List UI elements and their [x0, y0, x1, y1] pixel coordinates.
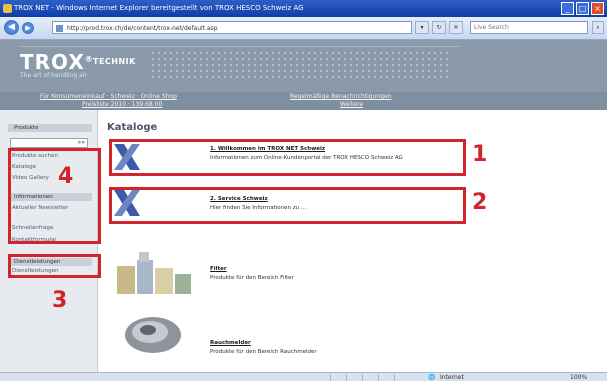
- status-zone: Internet: [440, 374, 464, 381]
- filter-product-image[interactable]: [115, 248, 195, 296]
- menu-link-pricelist[interactable]: Preisliste 2010 · 139.68.00: [82, 101, 162, 108]
- window-title: TROX NET - Windows Internet Explorer ber…: [14, 4, 304, 12]
- header-divider: [20, 46, 460, 47]
- status-divider: [346, 374, 347, 381]
- stop-icon[interactable]: ✕: [449, 21, 463, 34]
- ie-icon: [3, 4, 12, 13]
- window-controls: _ □ ×: [561, 2, 604, 15]
- logo-subtitle: TECHNIK: [93, 57, 136, 66]
- catalog-entry-title[interactable]: Filter: [210, 266, 227, 272]
- menu-link-more[interactable]: Weitere: [340, 101, 363, 108]
- catalog-entry-desc: Produkte für den Bereich Rauchmelder: [210, 349, 317, 355]
- close-icon[interactable]: ×: [591, 2, 604, 15]
- status-divider: [378, 374, 379, 381]
- annotation-number-2: 2: [472, 190, 488, 215]
- menu-link-shop[interactable]: Für Konsumeneinkauf · Schweiz · Online S…: [40, 93, 177, 100]
- page-title: Kataloge: [107, 122, 158, 133]
- smoke-detector-product-image[interactable]: [118, 310, 188, 360]
- header-pattern: [150, 50, 450, 80]
- internet-zone-icon: 🌐: [428, 374, 436, 381]
- annotation-number-3: 3: [52, 288, 68, 313]
- status-divider: [394, 374, 395, 381]
- site-header: TROX® TECHNIK The art of handling air: [0, 40, 607, 92]
- annotation-number-4: 4: [58, 164, 74, 189]
- address-bar[interactable]: http://prod.trox.ch/de/content/trox-net/…: [52, 21, 412, 34]
- logo-tagline: The art of handling air: [20, 72, 87, 79]
- catalog-entry-title[interactable]: Rauchmelder: [210, 340, 251, 346]
- annotation-box-1: [109, 139, 466, 176]
- page-icon: [56, 25, 63, 32]
- navigation-bar: ◀ ▶ http://prod.trox.ch/de/content/trox-…: [0, 17, 607, 40]
- status-divider: [362, 374, 363, 381]
- address-dropdown-icon[interactable]: ▾: [415, 21, 429, 34]
- back-icon[interactable]: ◀: [4, 20, 19, 35]
- search-go-icon[interactable]: ⌕: [592, 21, 604, 34]
- trox-logo[interactable]: TROX®: [20, 50, 94, 74]
- annotation-box-4: [8, 148, 101, 244]
- browser-window: TROX NET - Windows Internet Explorer ber…: [0, 0, 607, 381]
- search-input[interactable]: Live Search: [470, 21, 588, 34]
- status-divider: [330, 374, 331, 381]
- sidebar-section-products: Produkte: [8, 124, 92, 132]
- forward-icon[interactable]: ▶: [22, 22, 34, 34]
- annotation-number-1: 1: [472, 142, 488, 167]
- annotation-box-2: [109, 187, 466, 224]
- status-bar: 🌐 Internet 100%: [0, 372, 607, 381]
- refresh-icon[interactable]: ↻: [432, 21, 446, 34]
- minimize-icon[interactable]: _: [561, 2, 574, 15]
- menu-link-notifications[interactable]: Regelmäßige Benachrichtigungen: [290, 93, 392, 100]
- title-bar: TROX NET - Windows Internet Explorer ber…: [0, 0, 607, 17]
- sidebar-search-input[interactable]: »»: [10, 138, 88, 148]
- address-text: http://prod.trox.ch/de/content/trox-net/…: [67, 25, 218, 32]
- maximize-icon[interactable]: □: [576, 2, 589, 15]
- annotation-box-3: [8, 254, 101, 278]
- catalog-entry-desc: Produkte für den Bereich Filter: [210, 275, 294, 281]
- site-menu-bar: Für Konsumeneinkauf · Schweiz · Online S…: [0, 92, 607, 110]
- zoom-level[interactable]: 100%: [570, 373, 587, 381]
